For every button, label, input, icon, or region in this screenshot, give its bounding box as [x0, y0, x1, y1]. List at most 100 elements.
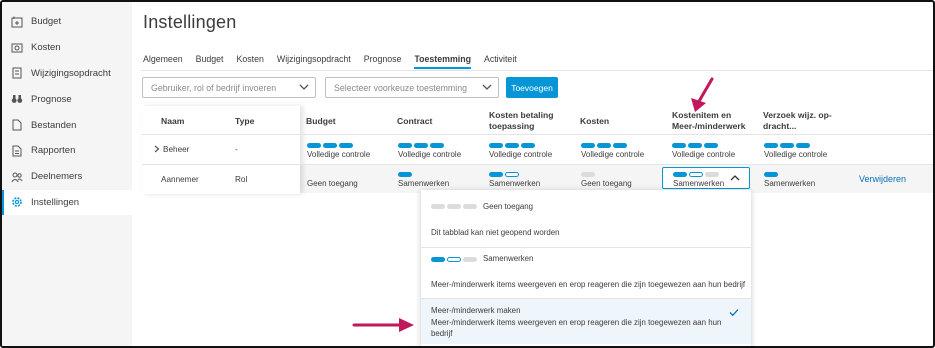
chevron-down-icon [299, 83, 309, 93]
expand-chevron-icon[interactable] [154, 145, 160, 155]
annotation-arrow-down [691, 77, 714, 112]
header-line: Verzoek wijz. op- [763, 110, 832, 120]
sidebar-item-label: Deelnemers [31, 171, 83, 183]
table-fixed-columns: Naam Type Beheer - Aannemer Rol [142, 106, 300, 194]
permission-label[interactable]: Samenwerken [398, 179, 449, 188]
sidebar-item-label: Budget [31, 16, 62, 28]
sidebar-item-budget[interactable]: Budget [2, 9, 132, 35]
checkmark-icon [729, 308, 739, 319]
tab-budget[interactable]: Budget [196, 54, 224, 69]
remove-link[interactable]: Verwijderen [859, 174, 906, 184]
option-description: Meer-/minderwerk items weergeven en erop… [431, 280, 746, 289]
sidebar-item-label: Prognose [31, 93, 72, 105]
row-type: Rol [235, 175, 248, 184]
row-type: - [235, 145, 238, 154]
permission-bars [431, 204, 477, 209]
permission-bars [431, 257, 477, 262]
tab-activiteit[interactable]: Activiteit [484, 54, 517, 69]
option-description: Meer-/minderwerk items weergeven en erop… [431, 318, 722, 327]
preset-permission-select[interactable]: Selecteer voorkeuze toestemming [325, 77, 499, 98]
permission-label: Volledige controle [489, 150, 553, 159]
option-title: Geen toegang [483, 202, 534, 211]
tab-prognose[interactable]: Prognose [364, 54, 402, 69]
permission-label[interactable]: Geen toegang [307, 179, 358, 188]
column-header-type[interactable]: Type [235, 116, 254, 127]
sidebar-item-kosten[interactable]: Kosten [2, 35, 132, 61]
column-header-costs[interactable]: Kosten [580, 116, 609, 127]
permission-bars [581, 172, 595, 177]
permission-bars [398, 172, 412, 177]
option-title: Meer-/minderwerk maken [431, 306, 521, 315]
column-header-budget[interactable]: Budget [306, 116, 336, 127]
header-line: toepassing [489, 121, 535, 131]
row-name: Aannemer [161, 175, 199, 184]
sidebar-item-rapporten[interactable]: Rapporten [2, 138, 132, 164]
report-icon [11, 145, 23, 157]
sidebar-item-label: Wijzigingsopdracht [31, 67, 111, 79]
permission-bars [764, 172, 778, 177]
sidebar-item-deelnemers[interactable]: Deelnemers [2, 164, 132, 190]
permission-dropdown: Geen toegang Dit tabblad kan niet geopen… [421, 190, 751, 346]
chevron-down-icon [482, 83, 492, 93]
tab-wijzigingsopdracht[interactable]: Wijzigingsopdracht [277, 54, 351, 69]
permission-label[interactable]: Geen toegang [581, 179, 632, 188]
column-header-cost-payment[interactable]: Kosten betaling toepassing [489, 110, 553, 132]
annotation-arrow-right [352, 318, 414, 332]
sidebar-item-wijzigingsopdracht[interactable]: Wijzigingsopdracht [2, 61, 132, 87]
tab-bar: Algemeen Budget Kosten Wijzigingsopdrach… [143, 54, 530, 69]
header-line: Meer-/minderwerk [672, 121, 746, 131]
column-header-contract[interactable]: Contract [397, 116, 432, 127]
sidebar: Budget Kosten Wijzigingsopdracht Prognos… [2, 2, 132, 346]
permission-bars [398, 143, 444, 148]
change-order-icon [11, 67, 23, 79]
row-divider [142, 134, 300, 135]
user-search-select[interactable]: Gebruiker, rol of bedrijf invoeren [142, 77, 316, 98]
dropdown-divider [421, 247, 751, 248]
sidebar-item-bestanden[interactable]: Bestanden [2, 112, 132, 138]
tabs-divider [141, 70, 933, 71]
app-window: Budget Kosten Wijzigingsopdracht Prognos… [0, 0, 935, 348]
header-line: Kosten betaling [489, 110, 554, 120]
row-name: Beheer [163, 145, 190, 154]
page-title: Instellingen [143, 12, 237, 32]
people-icon [11, 171, 23, 183]
dropdown-divider [421, 298, 751, 299]
row-divider [300, 164, 933, 165]
add-button[interactable]: Toevoegen [506, 77, 558, 98]
permission-bars [672, 143, 718, 148]
permission-label[interactable]: Samenwerken [489, 179, 540, 188]
header-line: dracht... [763, 121, 797, 131]
sidebar-item-label: Instellingen [31, 196, 80, 208]
permission-select[interactable]: Samenwerken [662, 167, 750, 189]
sidebar-item-prognose[interactable]: Prognose [2, 86, 132, 112]
column-header-name[interactable]: Naam [161, 116, 184, 127]
permission-label: Volledige controle [307, 150, 371, 159]
permission-bars [489, 143, 535, 148]
permission-label[interactable]: Samenwerken [764, 179, 815, 188]
permission-bars [764, 143, 810, 148]
header-divider [300, 134, 933, 135]
permission-bars [581, 143, 627, 148]
sidebar-item-label: Kosten [31, 42, 61, 54]
tab-kosten[interactable]: Kosten [237, 54, 264, 69]
column-header-change-request[interactable]: Verzoek wijz. op- dracht... [763, 110, 832, 132]
tab-toestemming[interactable]: Toestemming [414, 54, 471, 69]
permission-label: Volledige controle [398, 150, 462, 159]
permission-bars [673, 172, 719, 177]
permission-label: Samenwerken [673, 179, 725, 188]
user-search-placeholder: Gebruiker, rol of bedrijf invoeren [151, 82, 277, 93]
permission-label: Volledige controle [764, 150, 828, 159]
preset-permission-placeholder: Selecteer voorkeuze toestemming [334, 82, 467, 93]
sidebar-item-instellingen[interactable]: Instellingen [2, 189, 132, 216]
cost-icon [11, 42, 23, 54]
budget-icon [11, 16, 23, 28]
permission-bars [307, 143, 353, 148]
sidebar-item-label: Bestanden [31, 119, 77, 131]
option-title: Samenwerken [483, 254, 534, 263]
row-divider [142, 164, 300, 165]
permission-label: Volledige controle [581, 150, 645, 159]
permission-label: Volledige controle [672, 150, 736, 159]
sidebar-item-label: Rapporten [31, 145, 76, 157]
tab-algemeen[interactable]: Algemeen [143, 54, 183, 69]
option-description: Dit tabblad kan niet geopend worden [431, 228, 560, 237]
